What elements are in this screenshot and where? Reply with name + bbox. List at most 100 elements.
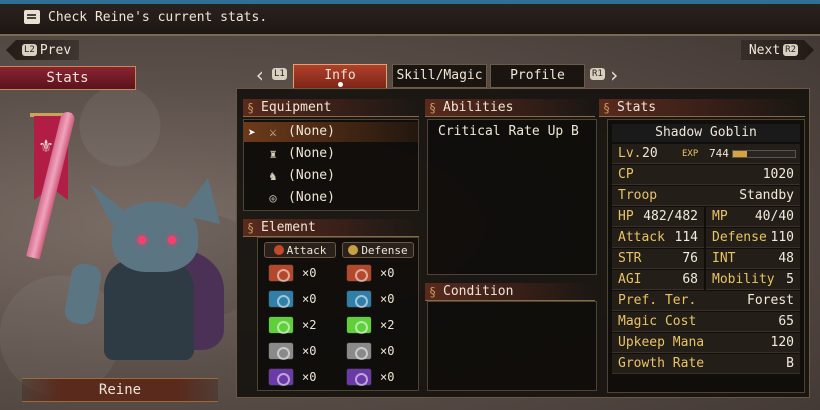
character-body bbox=[104, 260, 194, 360]
upkeep-row: Upkeep Mana 120 bbox=[612, 333, 800, 353]
element-attack-label: Attack bbox=[286, 244, 327, 257]
element-orb-icon bbox=[268, 368, 294, 386]
attack-value: 114 bbox=[674, 230, 698, 245]
equipment-list: ➤ ⚔ (None) ♜ (None) ♞ (None) ◎ (None) bbox=[243, 119, 419, 211]
element-orb-icon bbox=[346, 264, 372, 282]
tab-profile-label: Profile bbox=[510, 68, 565, 83]
growth-row: Growth Rate B bbox=[612, 354, 800, 374]
equipment-slot-value: (None) bbox=[288, 124, 335, 139]
element-orb-icon bbox=[268, 264, 294, 282]
element-attack-header: Attack bbox=[264, 242, 336, 258]
int-label: INT bbox=[712, 251, 736, 266]
abilities-list: Critical Rate Up B bbox=[427, 119, 597, 275]
next-button[interactable]: Next R2 bbox=[741, 40, 814, 60]
equipment-slot-accessory-2[interactable]: ◎ (None) bbox=[244, 188, 418, 208]
cp-value: 1020 bbox=[762, 167, 794, 182]
troop-label: Troop bbox=[618, 188, 658, 203]
ability-item: Critical Rate Up B bbox=[438, 124, 579, 139]
element-orb-icon bbox=[346, 290, 372, 308]
faction-emblem-icon: ⚜ bbox=[40, 133, 53, 157]
element-attack-cell: ×0 bbox=[262, 366, 332, 388]
prev-button[interactable]: L2 Prev bbox=[6, 40, 80, 60]
tab-info-label: Info bbox=[324, 68, 356, 83]
cursor-icon: ➤ bbox=[248, 126, 256, 141]
armor-icon: ♜ bbox=[269, 147, 277, 161]
element-defense-header: Defense bbox=[342, 242, 414, 258]
class-name: Shadow Goblin bbox=[612, 124, 800, 142]
agi-row: AGI 68 bbox=[612, 270, 704, 290]
next-label: Next bbox=[748, 42, 781, 58]
troop-row: Troop Standby bbox=[612, 186, 800, 206]
hp-value: 482/482 bbox=[643, 209, 698, 224]
tab-right-arrow-icon[interactable]: › bbox=[608, 63, 620, 87]
terrain-label: Pref. Ter. bbox=[618, 293, 697, 308]
growth-value: B bbox=[786, 356, 794, 371]
tab-skill-magic[interactable]: Skill/Magic bbox=[392, 64, 487, 88]
element-attack-cell: ×0 bbox=[262, 340, 332, 362]
element-attack-cell: ×0 bbox=[262, 262, 332, 284]
element-defense-value: ×2 bbox=[380, 318, 395, 332]
defense-label: Defense bbox=[712, 230, 767, 245]
cp-row: CP 1020 bbox=[612, 165, 800, 185]
tab-info[interactable]: Info bbox=[293, 64, 387, 90]
element-orb-icon bbox=[268, 290, 294, 308]
exp-bar-fill bbox=[733, 151, 747, 157]
element-attack-cell: ×2 bbox=[262, 314, 332, 336]
attack-icon bbox=[273, 245, 284, 255]
element-orb-icon bbox=[268, 342, 294, 360]
r2-button-icon: R2 bbox=[785, 45, 796, 55]
agi-value: 68 bbox=[682, 272, 698, 287]
element-attack-value: ×0 bbox=[302, 266, 317, 280]
element-orb-icon bbox=[346, 316, 372, 334]
tab-profile[interactable]: Profile bbox=[490, 64, 585, 88]
defense-icon bbox=[348, 245, 359, 255]
character-head bbox=[112, 202, 198, 272]
equipment-slot-accessory-1[interactable]: ♞ (None) bbox=[244, 166, 418, 186]
agi-label: AGI bbox=[618, 272, 642, 287]
upkeep-value: 120 bbox=[770, 335, 794, 350]
r1-button-icon: R1 bbox=[590, 68, 605, 80]
element-header: Element bbox=[243, 219, 419, 237]
element-defense-cell: ×0 bbox=[340, 262, 410, 284]
element-defense-value: ×0 bbox=[380, 370, 395, 384]
top-message-bar: Check Reine's current stats. bbox=[0, 0, 820, 36]
message-icon bbox=[24, 10, 40, 24]
mobility-row: Mobility 5 bbox=[706, 270, 800, 290]
stats-panel: Shadow Goblin Lv. 20 EXP 744 CP 1020 Tro… bbox=[607, 119, 805, 393]
exp-bar bbox=[732, 150, 796, 158]
element-defense-cell: ×0 bbox=[340, 366, 410, 388]
mp-label: MP bbox=[712, 209, 728, 224]
element-orb-icon bbox=[346, 368, 372, 386]
equipment-header: Equipment bbox=[243, 99, 419, 117]
equipment-slot-weapon[interactable]: ➤ ⚔ (None) bbox=[244, 122, 418, 142]
page-title: Stats bbox=[0, 66, 136, 90]
int-value: 48 bbox=[778, 251, 794, 266]
attack-label: Attack bbox=[618, 230, 665, 245]
tab-left-arrow-icon[interactable]: ‹ bbox=[254, 63, 266, 87]
exp-label: EXP bbox=[682, 149, 699, 159]
element-defense-label: Defense bbox=[361, 244, 408, 257]
hp-row: HP 482/482 bbox=[612, 207, 704, 227]
equipment-slot-value: (None) bbox=[288, 190, 335, 205]
info-panel: Equipment ➤ ⚔ (None) ♜ (None) ♞ (None) ◎… bbox=[236, 88, 810, 398]
terrain-value: Forest bbox=[747, 293, 794, 308]
prev-label: Prev bbox=[39, 42, 72, 58]
attack-row: Attack 114 bbox=[612, 228, 704, 248]
exp-value: 744 bbox=[709, 147, 729, 160]
tab-skill-magic-label: Skill/Magic bbox=[396, 68, 483, 83]
element-attack-value: ×2 bbox=[302, 318, 317, 332]
element-defense-value: ×0 bbox=[380, 344, 395, 358]
troop-value: Standby bbox=[739, 188, 794, 203]
defense-value: 110 bbox=[770, 230, 794, 245]
int-row: INT 48 bbox=[706, 249, 800, 269]
equipment-slot-armor[interactable]: ♜ (None) bbox=[244, 144, 418, 164]
magic-cost-label: Magic Cost bbox=[618, 314, 697, 329]
element-table: Attack Defense ×0 ×0 ×0 ×0 ×2 ×2 ×0 ×0 ×0 ×0 bbox=[257, 237, 419, 391]
element-orb-icon bbox=[346, 342, 372, 360]
magic-cost-value: 65 bbox=[778, 314, 794, 329]
str-label: STR bbox=[618, 251, 642, 266]
hp-label: HP bbox=[618, 209, 634, 224]
l1-button-icon: L1 bbox=[272, 68, 287, 80]
mobility-label: Mobility bbox=[712, 272, 775, 287]
terrain-row: Pref. Ter. Forest bbox=[612, 291, 800, 311]
